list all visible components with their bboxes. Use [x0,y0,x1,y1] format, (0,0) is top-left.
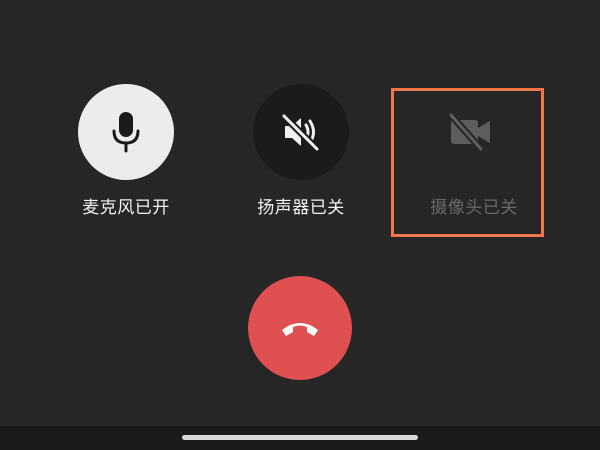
microphone-icon [112,112,140,153]
speaker-label: 扬声器已关 [257,198,345,218]
phone-hangup-icon [282,323,318,336]
camera-off-icon [447,112,490,152]
speaker-muted-icon [280,112,321,153]
camera-toggle-button[interactable] [423,84,519,180]
end-call-button[interactable] [248,276,352,380]
home-indicator[interactable] [182,435,418,440]
speaker-toggle-button[interactable] [253,84,349,180]
microphone-label: 麦克风已开 [82,198,170,218]
camera-label: 摄像头已关 [430,198,518,218]
microphone-toggle-button[interactable] [78,84,174,180]
call-screen: 麦克风已开 扬声器已关 摄像头已关 [0,0,600,450]
